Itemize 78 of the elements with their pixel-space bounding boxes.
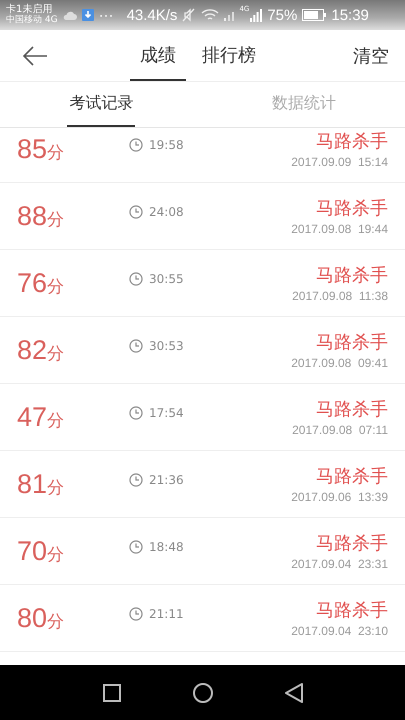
exam-duration: 30:53 [149,339,184,353]
score-value: 47 [17,402,48,432]
score-unit: 分 [47,610,64,632]
clock-icon [129,339,143,353]
user-title: 马路杀手 [316,599,388,622]
clock: 15:39 [331,6,369,24]
mute-icon [182,8,196,22]
score-value: 80 [17,602,48,634]
exam-date: 2017.09.08 11:38 [292,289,388,303]
exam-date: 2017.09.08 07:11 [292,423,388,437]
score-unit: 分 [47,142,64,164]
record-row[interactable]: 76分 30:55 马路杀手 2017.09.08 11:38 [0,250,405,317]
score-value: 82 [17,334,48,366]
record-row[interactable]: 88分 24:08 马路杀手 2017.09.08 19:44 [0,183,405,250]
user-title: 马路杀手 [316,532,388,555]
exam-date: 2017.09.04 23:10 [291,624,388,638]
score-unit: 分 [47,410,64,432]
exam-duration: 19:58 [149,138,184,152]
tab[interactable]: 排行榜 [192,30,266,81]
user-title: 马路杀手 [316,197,388,220]
battery-level: 75% [267,6,298,24]
clock-icon [129,607,143,621]
score-unit: 分 [47,476,64,498]
score-unit: 分 [47,544,64,566]
tab[interactable]: 成绩 [130,30,186,81]
clock-icon [129,138,143,152]
score-value: 88 [17,200,48,232]
record-row[interactable]: 82分 30:53 马路杀手 2017.09.08 09:41 [0,317,405,384]
exam-duration: 21:36 [149,473,184,487]
record-row[interactable]: 47分 17:54 马路杀手 2017.09.08 07:11 [0,384,405,451]
record-row[interactable]: 81分 21:36 马路杀手 2017.09.06 13:39 [0,451,405,518]
cloud-icon [62,9,77,21]
wifi-icon [201,8,220,22]
score-unit: 分 [47,276,64,298]
user-title: 马路杀手 [316,465,388,488]
recents-icon[interactable] [102,684,120,702]
score-value: 85 [17,134,48,164]
exam-date: 2017.09.04 23:31 [291,557,388,571]
exam-date: 2017.09.08 19:44 [291,222,388,236]
sub-tab[interactable]: 考试记录 [67,82,136,127]
clear-button[interactable]: 清空 [353,30,389,81]
record-row[interactable]: 85分 19:58 马路杀手 2017.09.09 15:14 [0,128,405,183]
exam-date: 2017.09.08 09:41 [291,356,388,370]
home-icon[interactable] [192,682,212,702]
clock-icon [129,473,143,487]
score-value: 81 [17,468,48,500]
clock-icon [129,272,143,286]
score-value: 76 [17,268,48,298]
network-speed: 43.4K/s [126,6,178,24]
score-unit: 分 [47,208,64,230]
exam-date: 2017.09.06 13:39 [291,490,388,504]
exam-duration: 17:54 [149,406,184,420]
back-icon[interactable] [22,46,48,66]
exam-duration: 24:08 [149,205,184,219]
sim-status: 卡1未启用 [6,4,54,15]
signal-icon [250,8,262,22]
user-title: 马路杀手 [316,331,388,354]
user-title: 马路杀手 [316,264,388,287]
back-icon[interactable] [284,682,302,702]
battery-icon [302,9,326,21]
clock-icon [129,406,143,420]
score-unit: 分 [47,342,64,364]
download-icon [82,9,94,21]
carrier-name: 中国移动 4G [6,15,58,26]
user-title: 马路杀手 [316,398,388,421]
exam-duration: 30:55 [149,272,184,286]
exam-duration: 21:11 [149,607,184,621]
record-row[interactable]: 80分 21:11 马路杀手 2017.09.04 23:10 [0,585,405,652]
record-row[interactable]: 70分 18:48 马路杀手 2017.09.04 23:31 [0,518,405,585]
exam-date: 2017.09.09 15:14 [291,155,388,169]
user-title: 马路杀手 [316,130,388,153]
signal-icon [224,9,234,21]
sub-tab[interactable]: 数据统计 [270,82,338,127]
score-value: 70 [17,536,48,566]
exam-duration: 18:48 [149,540,184,554]
clock-icon [129,205,143,219]
clock-icon [129,540,143,554]
more-text: ··· [98,6,114,24]
